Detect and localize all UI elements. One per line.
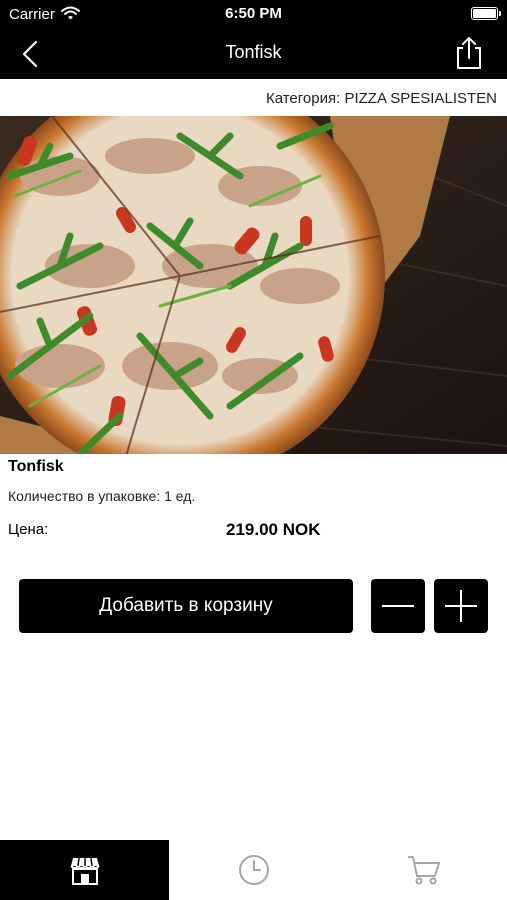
status-time: 6:50 PM — [225, 5, 282, 22]
product-image — [0, 116, 507, 454]
navigation-bar: Tonfisk — [0, 28, 507, 79]
battery-icon — [471, 7, 501, 20]
page-title: Tonfisk — [225, 42, 282, 62]
status-bar: Carrier 6:50 PM — [0, 0, 507, 28]
product-name: Tonfisk — [8, 458, 64, 475]
minus-icon — [382, 605, 414, 607]
store-icon — [70, 857, 100, 885]
clock-icon — [239, 855, 269, 885]
share-icon — [457, 37, 481, 69]
package-quantity: Количество в упаковке: 1 ед. — [8, 488, 196, 504]
price-label: Цена: — [8, 521, 49, 538]
category-bar: Категория: PIZZA SPESIALISTEN — [0, 79, 507, 116]
price-value: 219.00 NOK — [226, 520, 321, 539]
decrease-quantity-button[interactable] — [371, 579, 425, 633]
share-button[interactable] — [453, 36, 485, 70]
category-label: Категория: PIZZA SPESIALISTEN — [265, 90, 497, 107]
tab-order-history[interactable] — [169, 840, 338, 900]
pizza-image — [0, 116, 507, 454]
increase-quantity-button[interactable] — [434, 579, 488, 633]
tab-menu[interactable] — [0, 840, 169, 900]
tab-cart[interactable] — [338, 840, 507, 900]
add-to-cart-button[interactable]: Добавить в корзину — [19, 579, 353, 633]
tab-bar — [0, 840, 507, 900]
cart-icon — [408, 856, 440, 885]
